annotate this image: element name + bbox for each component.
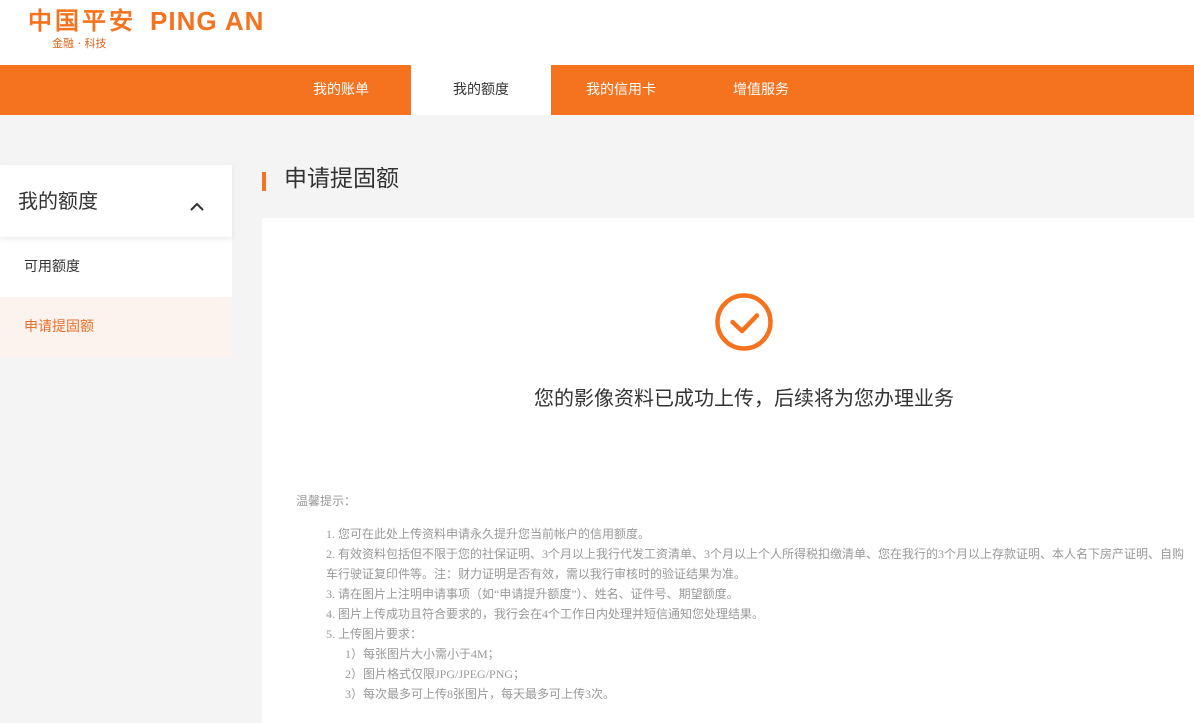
nav-item-my-limit[interactable]: 我的额度 — [411, 65, 551, 115]
sidebar-item-label: 申请提固额 — [24, 319, 94, 335]
pingan-logo[interactable]: 中国平安 PING AN 金融 · 科技 — [28, 6, 278, 58]
tip-item: 3. 请在图片上注明申请事项（如“申请提升额度”）、姓名、证件号、期望额度。 — [326, 587, 739, 601]
tip-item: 1. 您可在此处上传资料申请永久提升您当前帐户的信用额度。 — [326, 527, 651, 541]
chevron-up-icon[interactable] — [190, 196, 204, 211]
page-title: 申请提固额 — [284, 166, 399, 192]
title-accent-bar — [262, 172, 266, 191]
sidebar-item-label: 可用额度 — [24, 259, 80, 275]
tip-item: 2. 有效资料包括但不限于您的社保证明、3个月以上我行代发工资清单、3个月以上个… — [326, 547, 1185, 581]
check-circle-icon — [715, 293, 773, 351]
tips-list: 1. 您可在此处上传资料申请永久提升您当前帐户的信用额度。 2. 有效资料包括但… — [326, 524, 1186, 704]
upload-requirement-item: 3）每次最多可上传8张图片，每天最多可上传3次。 — [345, 687, 616, 701]
nav-item-value-added-services[interactable]: 增值服务 — [691, 65, 831, 115]
tip-item: 4. 图片上传成功且符合要求的，我行会在4个工作日内处理并短信通知您处理结果。 — [326, 607, 765, 621]
logo-chinese-name: 中国平安 — [28, 7, 136, 35]
upload-requirement-item: 2）图片格式仅限JPG/JPEG/PNG； — [345, 667, 526, 681]
upload-success-message: 您的影像资料已成功上传，后续将为您办理业务 — [534, 388, 954, 410]
nav-item-my-credit-card[interactable]: 我的信用卡 — [551, 65, 691, 115]
logo-slogan: 金融 · 科技 — [52, 37, 107, 50]
site-header: 中国平安 PING AN 金融 · 科技 — [0, 0, 1194, 65]
tip-item: 5. 上传图片要求： — [326, 627, 423, 641]
nav-item-my-bill[interactable]: 我的账单 — [271, 65, 411, 115]
logo-english-name: PING AN — [150, 6, 265, 36]
sidebar-section-toggle[interactable]: 我的额度 — [0, 165, 232, 237]
sidebar-item-available-limit[interactable]: 可用额度 — [0, 237, 232, 297]
upload-requirement-item: 1）每张图片大小需小于4M； — [345, 647, 500, 661]
sidebar-title: 我的额度 — [18, 189, 98, 213]
tips-heading: 温馨提示： — [296, 494, 357, 508]
sidebar-item-apply-permanent-limit[interactable]: 申请提固额 — [0, 297, 232, 357]
main-nav: 我的账单 我的额度 我的信用卡 增值服务 — [0, 65, 1194, 115]
